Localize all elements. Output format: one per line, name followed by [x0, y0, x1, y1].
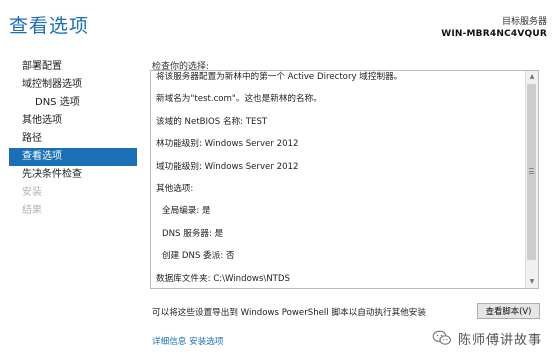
grip-icon: [529, 168, 534, 174]
nav-item-dns-options[interactable]: DNS 选项: [9, 94, 137, 112]
vertical-scrollbar[interactable]: ▲ ▼: [525, 71, 538, 288]
wizard-nav: 部署配置 域控制器选项 DNS 选项 其他选项 路径 查看选项 先决条件检查 安…: [9, 58, 137, 220]
nav-item-additional-options[interactable]: 其他选项: [9, 112, 137, 130]
nav-item-paths[interactable]: 路径: [9, 130, 137, 148]
target-server-name: WIN-MBR4NC4VQUR: [441, 29, 547, 39]
review-line: 创建 DNS 委派: 否: [162, 251, 235, 262]
target-server-label: 目标服务器: [501, 17, 547, 27]
more-info-link[interactable]: 详细信息 安装选项: [152, 335, 223, 347]
nav-item-results: 结果: [22, 205, 42, 216]
review-textbox[interactable]: 将该服务器配置为新林中的第一个 Active Directory 域控制器。 新…: [150, 70, 539, 289]
review-line: 全局编录: 是: [162, 206, 211, 217]
watermark-text: 陈师傅讲故事: [458, 332, 543, 348]
review-line: 林功能级别: Windows Server 2012: [156, 139, 299, 150]
review-line: 其他选项:: [156, 183, 194, 194]
nav-item-review-options[interactable]: 查看选项: [9, 148, 137, 166]
scroll-thumb[interactable]: [527, 84, 536, 260]
view-script-button[interactable]: 查看脚本(V): [477, 303, 540, 319]
nav-item-dc-options[interactable]: 域控制器选项: [9, 76, 137, 94]
nav-item-prerequisites-check[interactable]: 先决条件检查: [9, 166, 137, 184]
review-line: DNS 服务器: 是: [162, 228, 224, 239]
review-line: 数据库文件夹: C:\Windows\NTDS: [156, 273, 290, 284]
review-line: 域功能级别: Windows Server 2012: [156, 161, 299, 172]
wechat-icon: [432, 330, 451, 345]
scroll-down-arrow-icon[interactable]: ▼: [526, 276, 538, 288]
nav-item-deployment-config[interactable]: 部署配置: [9, 58, 137, 76]
nav-item-installation: 安装: [22, 187, 42, 198]
review-line: 该域的 NetBIOS 名称: TEST: [156, 116, 268, 127]
review-line: 新域名为"test.com"。这也是新林的名称。: [156, 94, 322, 105]
review-lines: 将该服务器配置为新林中的第一个 Active Directory 域控制器。 新…: [156, 71, 524, 288]
review-line: 将该服务器配置为新林中的第一个 Active Directory 域控制器。: [156, 72, 403, 82]
scroll-up-arrow-icon[interactable]: ▲: [526, 71, 538, 83]
target-server-info: 目标服务器 WIN-MBR4NC4VQUR: [441, 14, 547, 39]
page-title: 查看选项: [9, 15, 90, 37]
watermark: 陈师傅讲故事: [432, 328, 542, 348]
export-description: 可以将这些设置导出到 Windows PowerShell 脚本以自动执行其他安…: [152, 308, 426, 318]
